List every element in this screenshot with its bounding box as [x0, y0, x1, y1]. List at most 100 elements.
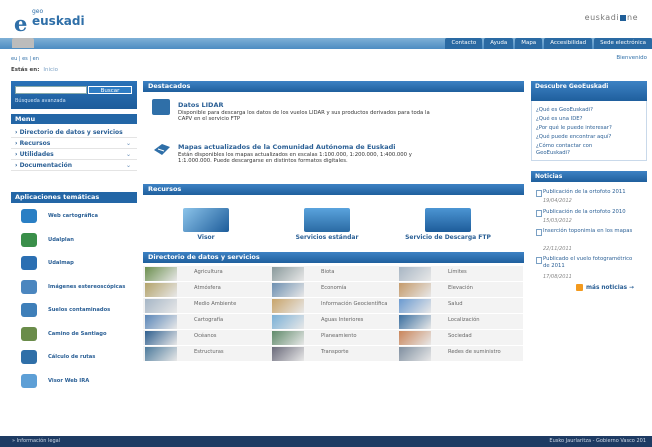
header: e geo euskadi euskadi ne: [0, 0, 652, 36]
directorio-item[interactable]: Atmósfera: [143, 282, 267, 298]
directorio-item[interactable]: Medio Ambiente: [143, 298, 267, 314]
rss-icon[interactable]: [576, 284, 583, 291]
more-news-link[interactable]: más noticias →: [586, 285, 634, 291]
menu-item[interactable]: › Utilidades ⌄: [11, 149, 137, 160]
menu-list: › Directorio de datos y servicios › Recu…: [11, 127, 137, 171]
news-item[interactable]: Publicación de la ortofoto 2010: [536, 209, 626, 217]
directorio-item[interactable]: Océanos: [143, 330, 267, 346]
app-item[interactable]: Visor Web IRA: [11, 370, 137, 394]
directorio-item[interactable]: Cartografía: [143, 314, 267, 330]
lidar-icon: [152, 99, 170, 115]
directorio-label: Sociedad: [448, 333, 472, 339]
app-item[interactable]: Camino de Santiago: [11, 323, 137, 347]
app-item[interactable]: Imágenes estereoscópicas: [11, 276, 137, 300]
directorio-header: Directorio de datos y servicios: [143, 252, 524, 263]
directorio-label: Medio Ambiente: [194, 301, 237, 307]
nav-accesibilidad[interactable]: Accesibilidad: [544, 38, 593, 49]
visor-label[interactable]: Visor: [176, 234, 236, 241]
advanced-search-link[interactable]: Búsqueda avanzada: [15, 98, 66, 104]
nav-contacto[interactable]: Contacto: [445, 38, 483, 49]
descubre-link[interactable]: ¿Por qué le puede interesar?: [536, 125, 612, 132]
news-item[interactable]: Publicación de la ortofoto 2011: [536, 189, 626, 197]
welcome-text: Bienvenido: [616, 55, 647, 61]
visor-icon[interactable]: [183, 208, 229, 232]
legal-link-label: Información legal: [16, 438, 61, 444]
legal-link[interactable]: » Información legal: [12, 436, 60, 447]
directorio-label: Localización: [448, 317, 480, 323]
nav-mapa[interactable]: Mapa: [515, 38, 543, 49]
directorio-label: Aguas Interiores: [321, 317, 364, 323]
home-tab[interactable]: [12, 38, 34, 48]
ftp-icon[interactable]: [425, 208, 471, 232]
news-date: 17/08/2011: [543, 274, 572, 280]
directorio-item[interactable]: Transporte: [270, 346, 394, 362]
app-item[interactable]: Web cartográfica: [11, 205, 137, 229]
menu-item[interactable]: › Directorio de datos y servicios: [11, 127, 137, 138]
directorio-item[interactable]: Salud: [397, 298, 521, 314]
menu-item-label: Documentación: [19, 162, 73, 169]
app-label: Imágenes estereoscópicas: [48, 283, 126, 290]
directorio-thumb: [145, 315, 177, 329]
directorio-item[interactable]: Biota: [270, 266, 394, 282]
directorio-thumb: [399, 315, 431, 329]
app-icon: [21, 209, 37, 223]
noticias-header: Noticias: [531, 171, 647, 182]
servicios-icon[interactable]: [304, 208, 350, 232]
directorio-thumb: [145, 267, 177, 281]
directorio-item[interactable]: Elevación: [397, 282, 521, 298]
euskadi-brand[interactable]: euskadi ne: [585, 13, 638, 22]
directorio-item[interactable]: Información Geocientífica: [270, 298, 394, 314]
language-switcher[interactable]: eu | es | en: [11, 56, 39, 62]
directorio-label: Océanos: [194, 333, 217, 339]
menu-item[interactable]: › Recursos ⌄: [11, 138, 137, 149]
app-item[interactable]: Cálculo de rutas: [11, 346, 137, 370]
directorio-thumb: [272, 347, 304, 361]
directorio-label: Elevación: [448, 285, 473, 291]
directorio-label: Planeamiento: [321, 333, 357, 339]
directorio-item[interactable]: Sociedad: [397, 330, 521, 346]
descubre-link[interactable]: ¿Qué es GeoEuskadi?: [536, 107, 593, 114]
news-item[interactable]: Inserción toponimia en los mapas: [536, 228, 636, 236]
descubre-link[interactable]: ¿Cómo contactar con GeoEuskadi?: [536, 143, 616, 157]
directorio-item[interactable]: Redes de suministro: [397, 346, 521, 362]
directorio-label: Redes de suministro: [448, 349, 501, 355]
menu-item-label: Directorio de datos y servicios: [19, 129, 123, 136]
directorio-thumb: [399, 299, 431, 313]
directorio-thumb: [399, 267, 431, 281]
directorio-thumb: [145, 283, 177, 297]
nav-sede[interactable]: Sede electrónica: [594, 38, 652, 49]
search-button[interactable]: Buscar: [88, 86, 132, 94]
maps-title[interactable]: Mapas actualizados de la Comunidad Autón…: [178, 143, 396, 151]
directorio-item[interactable]: Localización: [397, 314, 521, 330]
lidar-title[interactable]: Datos LIDAR: [178, 101, 223, 109]
directorio-item[interactable]: Agricultura: [143, 266, 267, 282]
geoeuskadi-logo[interactable]: e geo euskadi: [14, 6, 85, 36]
app-item[interactable]: Udalplan: [11, 229, 137, 253]
ftp-label[interactable]: Servicio de Descarga FTP: [398, 234, 498, 241]
servicios-label[interactable]: Servicios estándar: [292, 234, 362, 241]
app-icon: [21, 350, 37, 364]
directorio-label: Transporte: [321, 349, 349, 355]
directorio-thumb: [272, 283, 304, 297]
news-item[interactable]: Publicado el vuelo fotogramétrico de 201…: [536, 256, 636, 270]
breadcrumb-home[interactable]: Inicio: [43, 67, 58, 73]
app-icon: [21, 373, 37, 388]
app-item[interactable]: Suelos contaminados: [11, 299, 137, 323]
top-nav-links: Contacto Ayuda Mapa Accesibilidad Sede e…: [443, 38, 652, 49]
app-item[interactable]: Udalmap: [11, 252, 137, 276]
directorio-item[interactable]: Límites: [397, 266, 521, 282]
directorio-item[interactable]: Estructuras: [143, 346, 267, 362]
descubre-link[interactable]: ¿Qué es una IDE?: [536, 116, 582, 123]
directorio-row: Atmósfera Economía Elevación: [143, 282, 523, 298]
search-input[interactable]: [15, 86, 87, 94]
directorio-row: Cartografía Aguas Interiores Localización: [143, 314, 523, 330]
directorio-item[interactable]: Planeamiento: [270, 330, 394, 346]
menu-item[interactable]: › Documentación ⌄: [11, 160, 137, 171]
news-date: 19/04/2012: [543, 198, 572, 204]
nav-ayuda[interactable]: Ayuda: [484, 38, 514, 49]
brand-text: euskadi: [584, 13, 619, 22]
directorio-item[interactable]: Economía: [270, 282, 394, 298]
directorio-item[interactable]: Aguas Interiores: [270, 314, 394, 330]
directorio-row: Medio Ambiente Información Geocientífica S…: [143, 298, 523, 314]
descubre-link[interactable]: ¿Qué puede encontrar aquí?: [536, 134, 611, 141]
